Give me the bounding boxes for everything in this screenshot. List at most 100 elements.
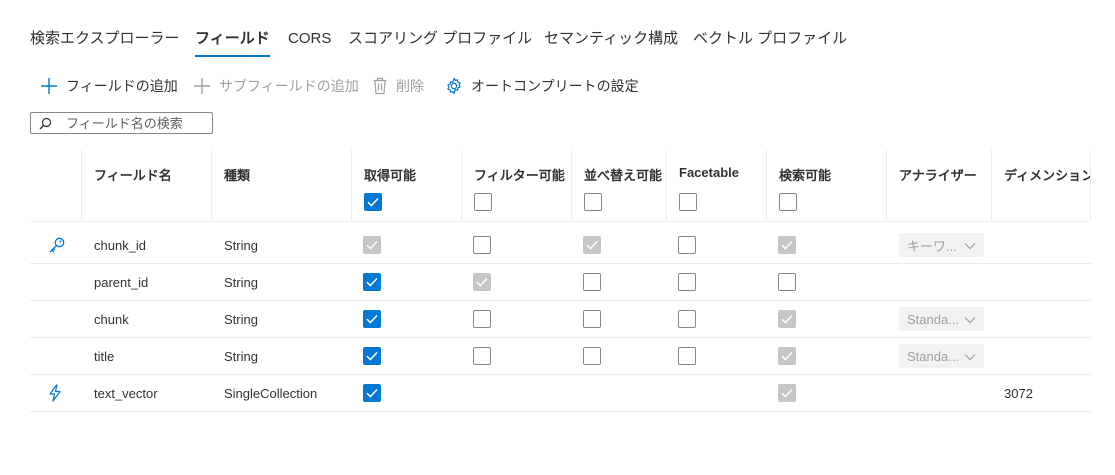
facetable-checkbox[interactable] xyxy=(678,236,696,254)
plus-icon xyxy=(41,78,57,94)
column-header-facetable[interactable]: Facetable xyxy=(666,150,766,220)
field-name-cell[interactable]: chunk xyxy=(94,301,129,337)
field-type-cell: String xyxy=(224,274,258,290)
sortable-checkbox[interactable] xyxy=(583,310,601,328)
tab-scoring-profiles[interactable]: スコアリング プロファイル xyxy=(348,28,532,50)
field-search-input[interactable] xyxy=(66,115,206,131)
filterable-checkbox[interactable] xyxy=(473,236,491,254)
sortable-checkbox xyxy=(583,236,601,254)
column-header-retrievable[interactable]: 取得可能 xyxy=(351,150,461,220)
column-header-sortable[interactable]: 並べ替え可能 xyxy=(571,150,666,220)
facetable-checkbox[interactable] xyxy=(678,273,696,291)
plus-icon xyxy=(194,78,210,94)
tab-search-explorer[interactable]: 検索エクスプローラー xyxy=(30,28,180,50)
column-header-searchable-label: 検索可能 xyxy=(779,168,832,183)
analyzer-dropdown: Standa... xyxy=(899,307,984,331)
filterable-cell xyxy=(473,301,491,337)
field-name-cell[interactable]: chunk_id xyxy=(94,227,146,263)
gear-icon xyxy=(447,77,461,95)
column-header-name[interactable]: フィールド名 xyxy=(81,150,211,220)
column-header-type[interactable]: 種類 xyxy=(211,150,351,220)
analyzer-dropdown-value: キーワ... xyxy=(907,238,957,254)
autocomplete-settings-button[interactable]: オートコンプリートの設定 xyxy=(445,74,639,98)
analyzer-dropdown-value: Standa... xyxy=(907,311,960,327)
retrievable-cell xyxy=(363,375,381,411)
column-header-filterable-label: フィルター可能 xyxy=(474,168,565,183)
field-search-box[interactable] xyxy=(30,112,213,134)
sortable-cell xyxy=(583,227,601,263)
filterable-cell xyxy=(473,227,491,263)
analyzer-dropdown: Standa... xyxy=(899,344,984,368)
key-icon xyxy=(48,227,66,263)
autocomplete-settings-label: オートコンプリートの設定 xyxy=(471,78,639,94)
tab-fields[interactable]: フィールド xyxy=(195,28,270,57)
facetable-checkbox[interactable] xyxy=(678,347,696,365)
retrievable-checkbox[interactable] xyxy=(363,384,381,402)
column-header-dimension[interactable]: ディメンション xyxy=(991,150,1091,220)
column-header-retrievable-label: 取得可能 xyxy=(364,168,417,183)
table-row[interactable]: title String Standa... xyxy=(30,338,1091,375)
searchable-cell xyxy=(778,264,796,300)
select-all-facetable-checkbox[interactable] xyxy=(679,193,697,211)
facetable-checkbox[interactable] xyxy=(678,310,696,328)
tab-semantic-config[interactable]: セマンティック構成 xyxy=(544,28,678,50)
analyzer-dropdown: キーワ... xyxy=(899,233,984,257)
searchable-checkbox[interactable] xyxy=(778,273,796,291)
retrievable-cell xyxy=(363,338,381,374)
chevron-down-icon xyxy=(964,238,976,253)
field-name-cell[interactable]: parent_id xyxy=(94,264,148,300)
table-row[interactable]: chunk String Standa... xyxy=(30,301,1091,338)
retrievable-checkbox[interactable] xyxy=(363,310,381,328)
retrievable-checkbox xyxy=(363,236,381,254)
analyzer-cell: キーワ... xyxy=(899,227,984,263)
grid-header: フィールド名 種類 取得可能 フィルター可能 並べ替え可能 Facetable … xyxy=(30,150,1091,222)
select-all-filterable-checkbox[interactable] xyxy=(474,193,492,211)
column-header-analyzer[interactable]: アナライザー xyxy=(886,150,991,220)
retrievable-cell xyxy=(363,227,381,263)
add-subfield-button[interactable]: サブフィールドの追加 xyxy=(193,74,359,98)
tab-cors[interactable]: CORS xyxy=(288,28,331,50)
analyzer-cell: Standa... xyxy=(899,338,984,374)
facetable-cell xyxy=(678,301,696,337)
column-header-name-label: フィールド名 xyxy=(94,168,172,183)
facetable-cell xyxy=(678,227,696,263)
searchable-checkbox xyxy=(778,310,796,328)
sortable-cell xyxy=(583,301,601,337)
field-type-cell: String xyxy=(224,237,258,253)
table-row[interactable]: chunk_id String キーワ... xyxy=(30,227,1091,264)
column-header-filterable[interactable]: フィルター可能 xyxy=(461,150,571,220)
field-name-cell[interactable]: text_vector xyxy=(94,375,158,411)
filterable-checkbox xyxy=(473,273,491,291)
filterable-checkbox[interactable] xyxy=(473,347,491,365)
column-header-searchable[interactable]: 検索可能 xyxy=(766,150,886,220)
field-type-cell: String xyxy=(224,311,258,327)
column-header-analyzer-label: アナライザー xyxy=(899,168,977,183)
select-all-retrievable-checkbox[interactable] xyxy=(364,193,382,211)
column-header-facetable-label: Facetable xyxy=(679,165,739,180)
table-row[interactable]: text_vector SingleCollection 3072 xyxy=(30,375,1091,412)
retrievable-checkbox[interactable] xyxy=(363,273,381,291)
sortable-checkbox[interactable] xyxy=(583,273,601,291)
retrievable-cell xyxy=(363,301,381,337)
sortable-cell xyxy=(583,338,601,374)
filterable-checkbox[interactable] xyxy=(473,310,491,328)
sortable-cell xyxy=(583,264,601,300)
facetable-cell xyxy=(678,264,696,300)
chevron-down-icon xyxy=(964,312,976,327)
trash-icon xyxy=(373,77,387,95)
lightning-icon xyxy=(48,375,62,411)
analyzer-cell: Standa... xyxy=(899,301,984,337)
select-all-sortable-checkbox[interactable] xyxy=(584,193,602,211)
field-name-cell[interactable]: title xyxy=(94,338,114,374)
sortable-checkbox[interactable] xyxy=(583,347,601,365)
select-all-searchable-checkbox[interactable] xyxy=(779,193,797,211)
add-field-button[interactable]: フィールドの追加 xyxy=(40,74,178,98)
table-row[interactable]: parent_id String xyxy=(30,264,1091,301)
delete-button[interactable]: 削除 xyxy=(372,74,424,98)
facetable-cell xyxy=(678,338,696,374)
chevron-down-icon xyxy=(964,349,976,364)
retrievable-checkbox[interactable] xyxy=(363,347,381,365)
tab-vector-profiles[interactable]: ベクトル プロファイル xyxy=(693,28,847,50)
analyzer-dropdown-value: Standa... xyxy=(907,348,960,364)
delete-label: 削除 xyxy=(396,78,424,94)
